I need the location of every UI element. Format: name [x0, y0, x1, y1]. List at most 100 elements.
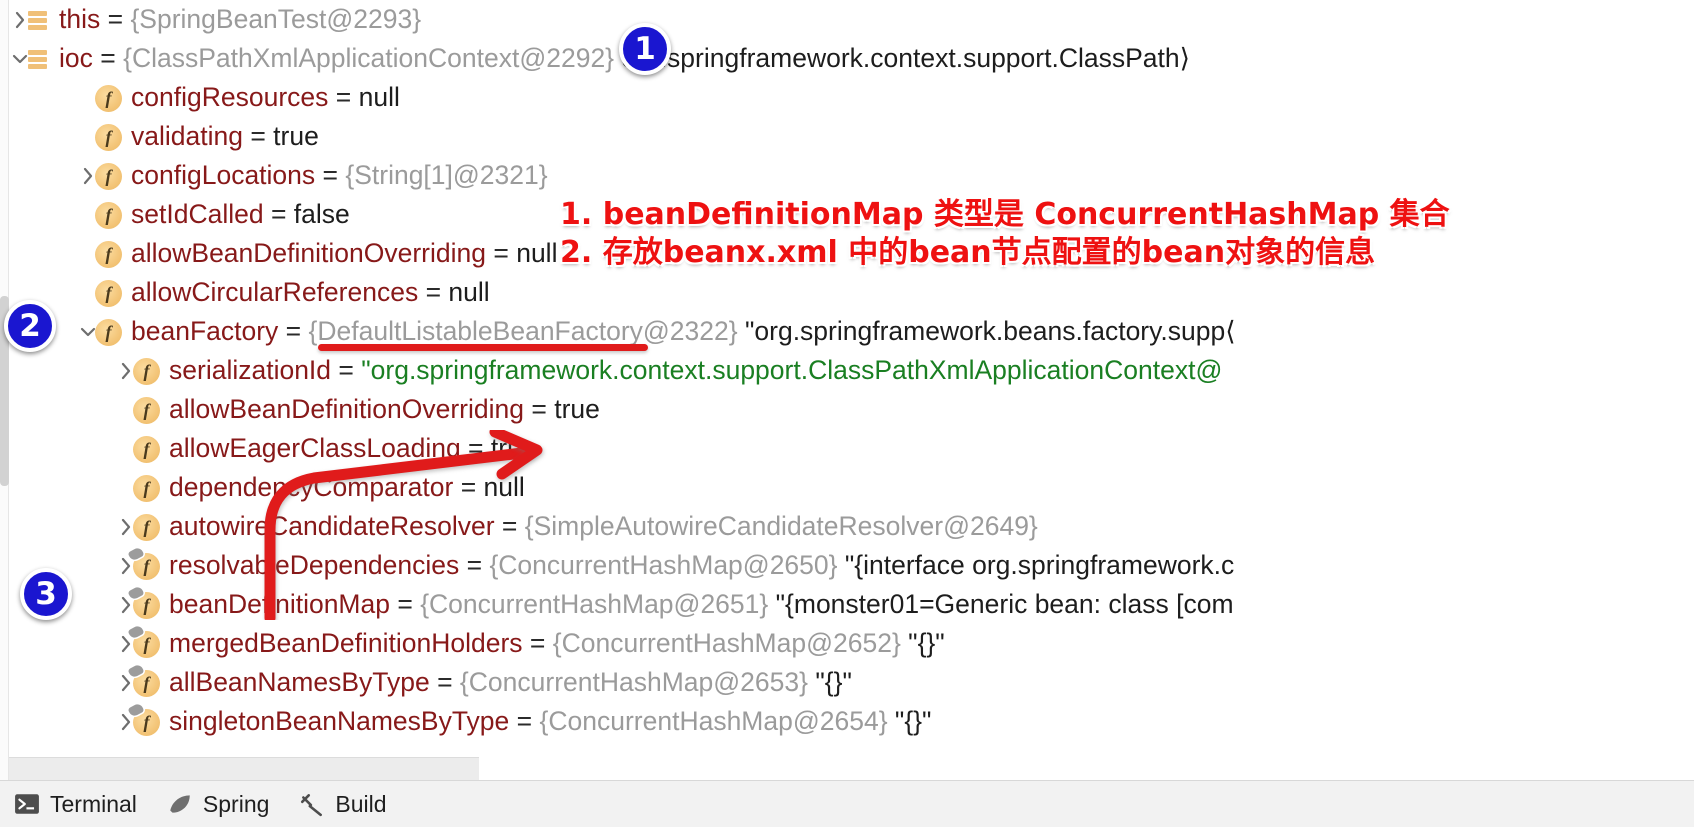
variable-type: {SimpleAutowireCandidateResolver@2649} — [524, 511, 1038, 541]
equals-sign: = — [328, 82, 359, 112]
variable-name: autowireCandidateResolver — [169, 511, 495, 541]
variable-type: {DefaultListableBeanFactory@2322} — [308, 316, 738, 346]
variable-row-content: this = {SpringBeanTest@2293} — [27, 0, 421, 39]
variable-row-content: f allowBeanDefinitionOverriding = null — [95, 234, 557, 273]
variable-name: configResources — [131, 82, 329, 112]
variable-row[interactable]: f resolvableDependencies = {ConcurrentHas… — [9, 546, 1266, 585]
field-icon: f — [133, 397, 160, 424]
variable-type: {SpringBeanTest@2293} — [130, 4, 422, 34]
variable-row[interactable]: f beanDefinitionMap = {ConcurrentHashMap@… — [9, 585, 1266, 624]
variable-row-content: f configResources = null — [95, 78, 400, 117]
equals-sign: = — [486, 238, 517, 268]
field-icon: f — [95, 163, 122, 190]
variable-name: allowBeanDefinitionOverriding — [131, 238, 486, 268]
variable-row-content: f configLocations = {String[1]@2321} — [95, 156, 548, 195]
variable-row[interactable]: f serializationId = "org.springframework.… — [9, 351, 1266, 390]
variable-name: validating — [131, 121, 243, 151]
tool-window-button-spring[interactable]: Spring — [159, 781, 291, 827]
variable-value: true — [273, 121, 319, 151]
variable-row[interactable]: f mergedBeanDefinitionHolders = {Concurre… — [9, 624, 1266, 663]
field-icon: f — [95, 124, 122, 151]
variable-row-content: f allowEagerClassLoading = true — [133, 429, 537, 468]
equals-sign: = — [524, 394, 555, 424]
equals-sign: = — [92, 43, 124, 73]
variable-row[interactable]: f singletonBeanNamesByType = {ConcurrentH… — [9, 702, 1266, 741]
equals-sign: = — [315, 160, 346, 190]
equals-sign: = — [429, 667, 460, 697]
variable-name: ioc — [59, 43, 93, 73]
variable-value: "{}" — [807, 667, 852, 697]
variables-tree[interactable]: this = {SpringBeanTest@2293} ioc = {Class… — [9, 0, 1266, 741]
variable-type: {ConcurrentHashMap@2651} — [420, 589, 769, 619]
callout-badge-1: 1 — [619, 23, 671, 75]
build-hammer-icon — [299, 791, 325, 817]
variable-icon — [27, 48, 49, 72]
variable-name: beanFactory — [131, 316, 279, 346]
variable-value: null — [483, 472, 525, 502]
variable-row[interactable]: f allowCircularReferences = null — [9, 273, 1266, 312]
variable-name: allowCircularReferences — [131, 277, 419, 307]
panel-left-gutter — [0, 0, 9, 780]
variable-row-content: f allBeanNamesByType = {ConcurrentHashMap… — [127, 663, 852, 702]
variable-value: "{monster01=Generic bean: class [com — [768, 589, 1234, 619]
variable-row-content: f singletonBeanNamesByType = {ConcurrentH… — [127, 702, 931, 741]
field-final-icon: f — [127, 624, 160, 658]
variable-row-content: f allowBeanDefinitionOverriding = true — [133, 390, 600, 429]
tool-window-button-label: Build — [335, 790, 387, 817]
variable-type: {String[1]@2321} — [345, 160, 548, 190]
debugger-variables-panel[interactable]: this = {SpringBeanTest@2293} ioc = {Class… — [0, 0, 1266, 780]
variable-row[interactable]: f autowireCandidateResolver = {SimpleAuto… — [9, 507, 1266, 546]
variable-type: {ClassPathXmlApplicationContext@2292} — [123, 43, 615, 73]
variable-row-content: f validating = true — [95, 117, 319, 156]
field-final-icon: f — [127, 585, 160, 619]
variable-value: null — [448, 277, 490, 307]
variable-row[interactable]: f allBeanNamesByType = {ConcurrentHashMap… — [9, 663, 1266, 702]
annotation-line-2: 2. 存放beanx.xml 中的bean节点配置的bean对象的信息 — [560, 235, 1376, 270]
red-underline-annotation — [318, 344, 648, 351]
variable-row-content: f mergedBeanDefinitionHolders = {Concurre… — [127, 624, 945, 663]
equals-sign: = — [331, 355, 362, 385]
equals-sign: = — [459, 550, 490, 580]
tool-window-button-terminal[interactable]: Terminal — [6, 781, 159, 827]
field-final-icon: f — [127, 702, 160, 736]
variable-row-content: f autowireCandidateResolver = {SimpleAuto… — [133, 507, 1038, 546]
panel-bottom-edge — [9, 757, 479, 780]
variable-row[interactable]: f configResources = null — [9, 78, 1266, 117]
variable-icon — [27, 9, 49, 33]
annotation-line-1: 1. beanDefinitionMap 类型是 ConcurrentHashM… — [560, 197, 1450, 232]
field-icon: f — [95, 85, 122, 112]
field-icon: f — [95, 202, 122, 229]
variable-row[interactable]: f dependencyComparator = null — [9, 468, 1266, 507]
variable-name: beanDefinitionMap — [169, 589, 390, 619]
variable-type: {ConcurrentHashMap@2650} — [489, 550, 838, 580]
spring-leaf-icon — [167, 791, 193, 817]
equals-sign: = — [453, 472, 484, 502]
field-icon: f — [95, 280, 122, 307]
field-icon: f — [95, 319, 122, 346]
variable-row[interactable]: f configLocations = {String[1]@2321} — [9, 156, 1266, 195]
variable-row[interactable]: f validating = true — [9, 117, 1266, 156]
equals-sign: = — [389, 589, 421, 619]
equals-sign: = — [242, 121, 274, 151]
variable-value: "{interface org.springframework.c — [837, 550, 1235, 580]
variable-value: "org.springframework.beans.factory.supp⟨ — [737, 316, 1236, 346]
equals-sign: = — [278, 316, 309, 346]
variable-row[interactable]: f allowEagerClassLoading = true — [9, 429, 1266, 468]
variable-row[interactable]: f allowBeanDefinitionOverriding = true — [9, 390, 1266, 429]
tool-window-button-build[interactable]: Build — [291, 781, 408, 827]
tool-window-bar[interactable]: Terminal Spring Build — [0, 780, 1694, 827]
variable-value: false — [293, 199, 350, 229]
equals-sign: = — [509, 706, 540, 736]
variable-name: this — [59, 4, 101, 34]
variable-row-content: f setIdCalled = false — [95, 195, 350, 234]
variable-name: mergedBeanDefinitionHolders — [169, 628, 523, 658]
variable-type: {ConcurrentHashMap@2652} — [552, 628, 901, 658]
variable-row-content: f beanFactory = {DefaultListableBeanFacto… — [95, 312, 1236, 351]
equals-sign: = — [418, 277, 449, 307]
equals-sign: = — [494, 511, 525, 541]
field-icon: f — [95, 241, 122, 268]
tool-window-button-label: Terminal — [50, 790, 137, 817]
variable-row-content: f serializationId = "org.springframework.… — [133, 351, 1222, 390]
variable-name: resolvableDependencies — [169, 550, 460, 580]
equals-sign: = — [460, 433, 491, 463]
